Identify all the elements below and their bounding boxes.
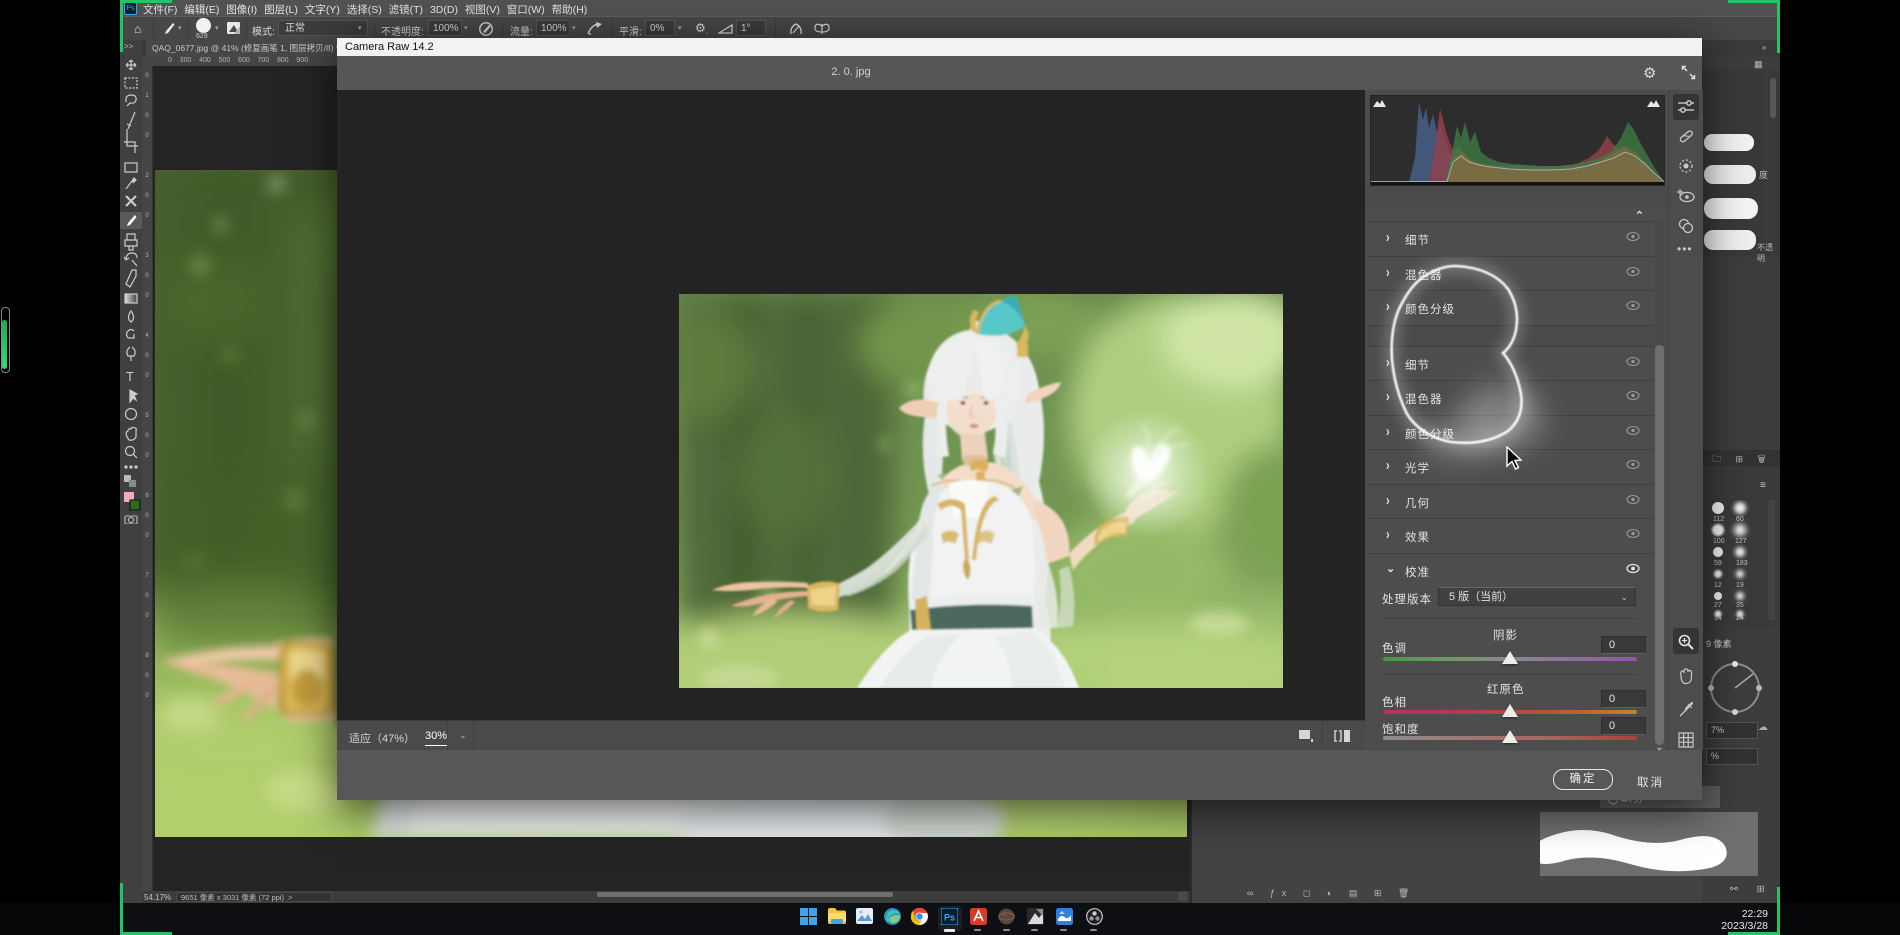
svg-text:19: 19: [1736, 582, 1744, 589]
svg-text:27: 27: [1714, 602, 1722, 609]
svg-text:127: 127: [1735, 538, 1747, 545]
svg-text:T: T: [126, 369, 134, 384]
svg-text:59: 59: [1714, 560, 1722, 567]
svg-text:60: 60: [1736, 516, 1744, 523]
svg-text:112: 112: [1713, 516, 1724, 523]
svg-text:12: 12: [1714, 582, 1722, 589]
svg-text:24: 24: [1736, 615, 1744, 620]
svg-text:14: 14: [1714, 615, 1722, 620]
svg-text:100: 100: [1713, 538, 1725, 545]
svg-text:Ps: Ps: [944, 913, 955, 923]
svg-text:183: 183: [1736, 560, 1748, 567]
svg-text:35: 35: [1736, 602, 1744, 609]
